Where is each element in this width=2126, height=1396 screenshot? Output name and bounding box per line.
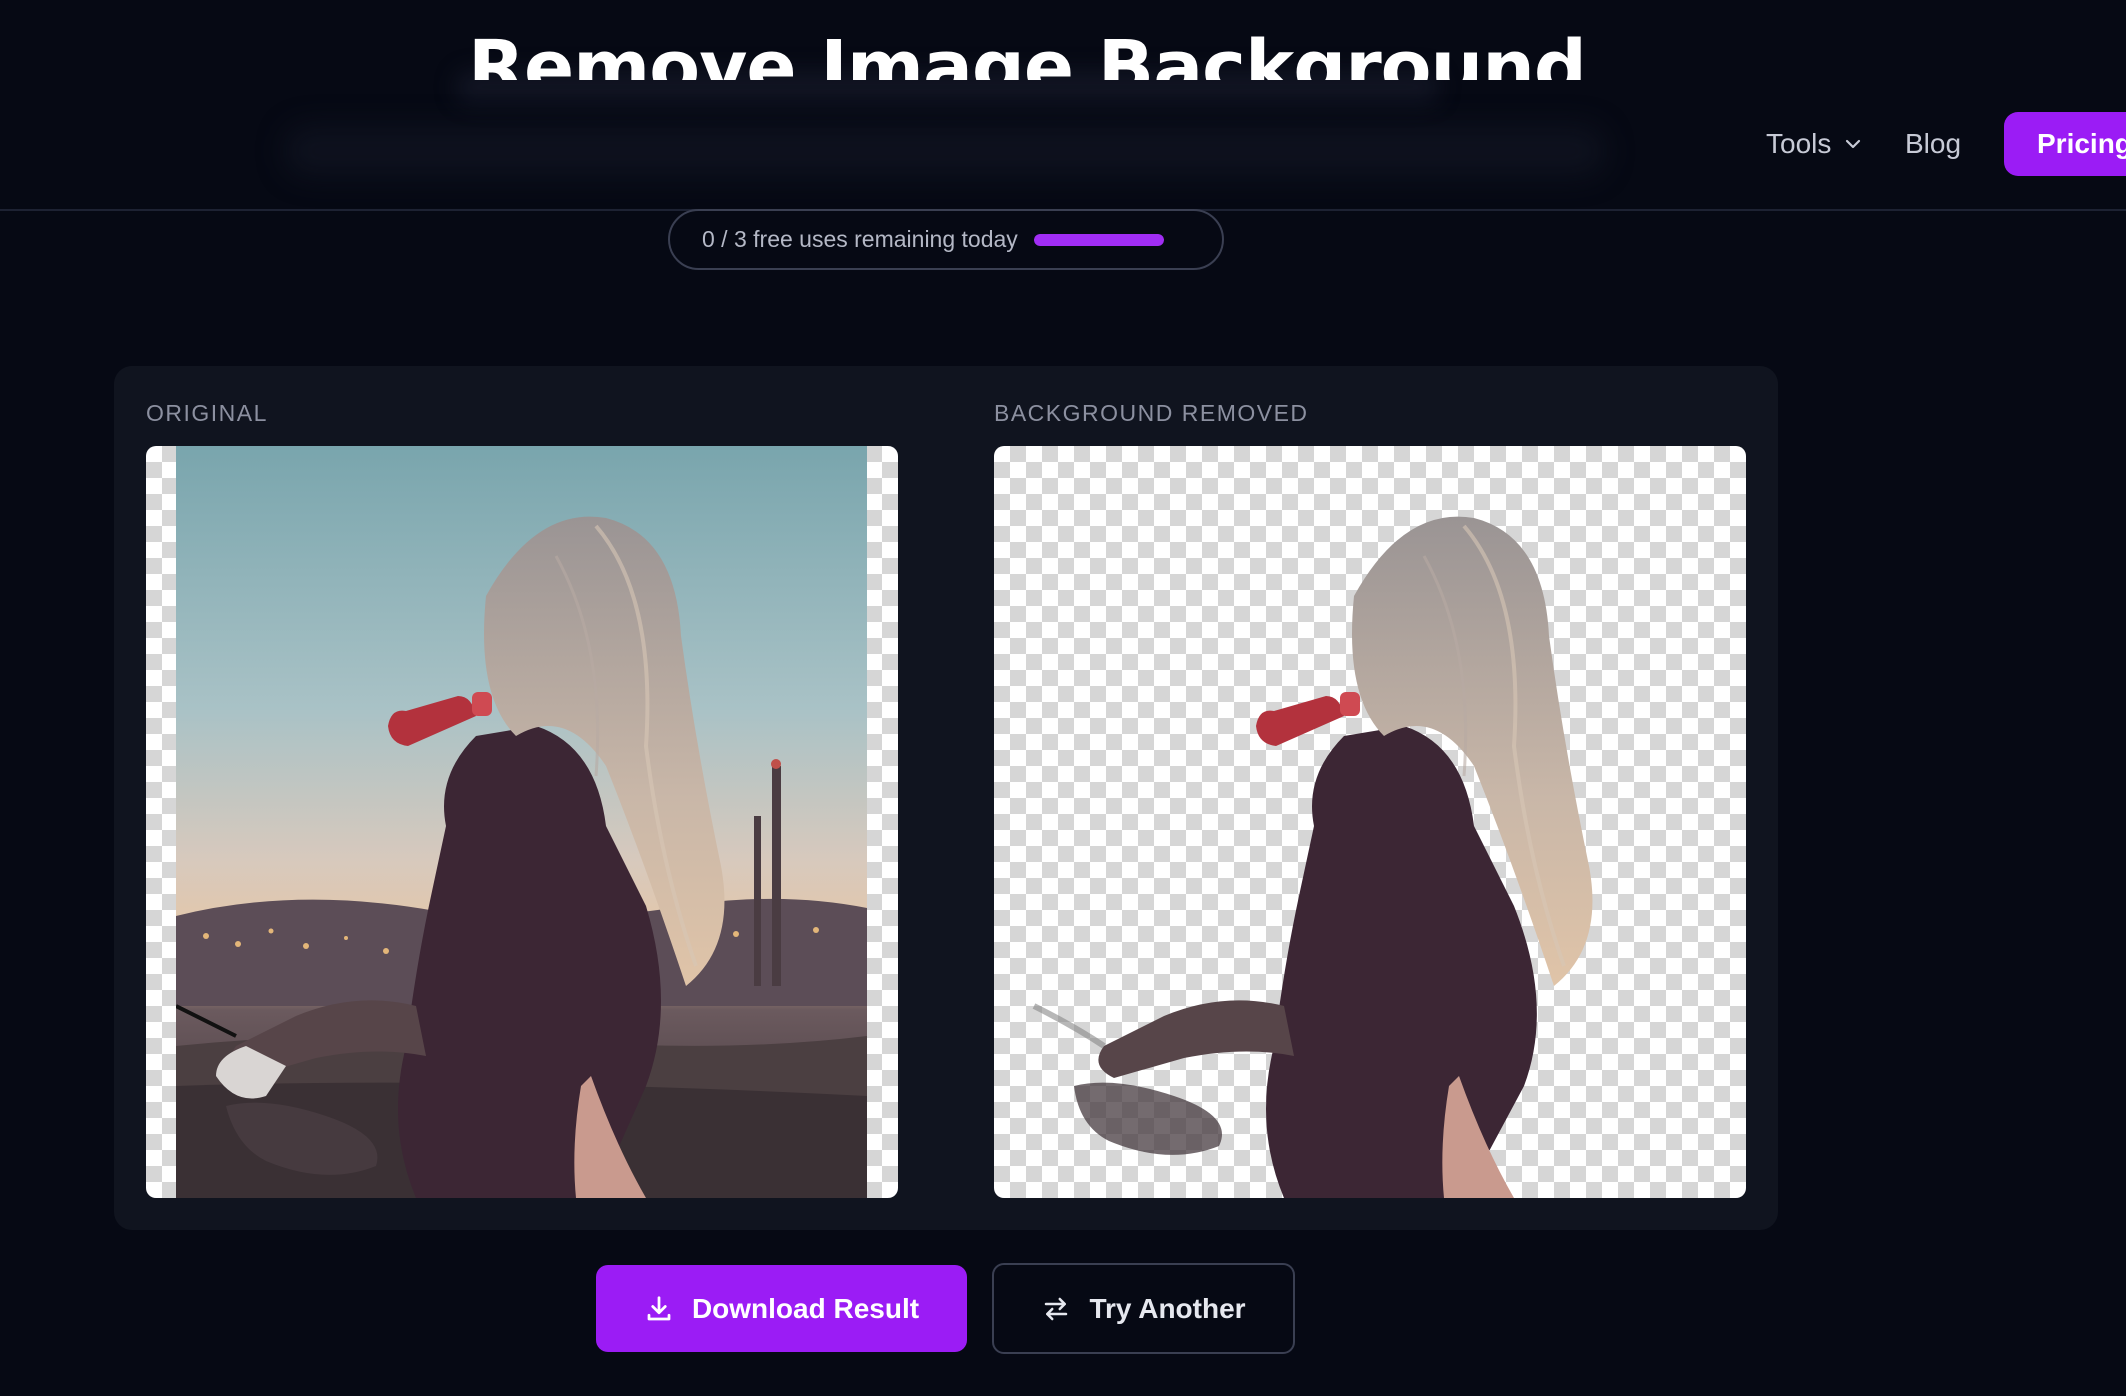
nav-tools-label: Tools — [1766, 128, 1832, 159]
result-image — [994, 446, 1746, 1198]
download-icon — [644, 1294, 674, 1324]
try-another-button[interactable]: Try Another — [992, 1263, 1295, 1354]
original-photo — [176, 446, 867, 1198]
download-result-label: Download Result — [691, 1292, 920, 1324]
nav-tools-menu[interactable]: Tools — [1766, 124, 1861, 164]
try-another-label: Try Another — [1089, 1292, 1246, 1324]
chevron-down-icon — [1845, 139, 1861, 149]
original-image — [146, 446, 898, 1198]
result-label: BACKGROUND REMOVED — [994, 400, 1309, 426]
download-result-button[interactable]: Download Result — [596, 1265, 967, 1352]
swap-arrows-icon — [1041, 1294, 1071, 1324]
pricing-button[interactable]: Pricing — [2004, 112, 2126, 176]
original-label: ORIGINAL — [146, 400, 268, 426]
subtitle-blur — [285, 126, 1605, 176]
result-cutout — [1032, 516, 1593, 1198]
usage-progress-bar — [1033, 233, 1164, 246]
page: Remove Image Background Tools Blog Prici… — [0, 0, 2126, 1396]
usage-progress-fill — [1033, 233, 1164, 246]
usage-counter: 0 / 3 free uses remaining today — [668, 209, 1224, 270]
usage-text: 0 / 3 free uses remaining today — [702, 226, 1018, 252]
page-title: Remove Image Background — [468, 25, 1586, 80]
nav-blog-link[interactable]: Blog — [1905, 124, 1961, 164]
compare-panel: ORIGINAL BACKGROUND REMOVED — [114, 366, 1778, 1230]
